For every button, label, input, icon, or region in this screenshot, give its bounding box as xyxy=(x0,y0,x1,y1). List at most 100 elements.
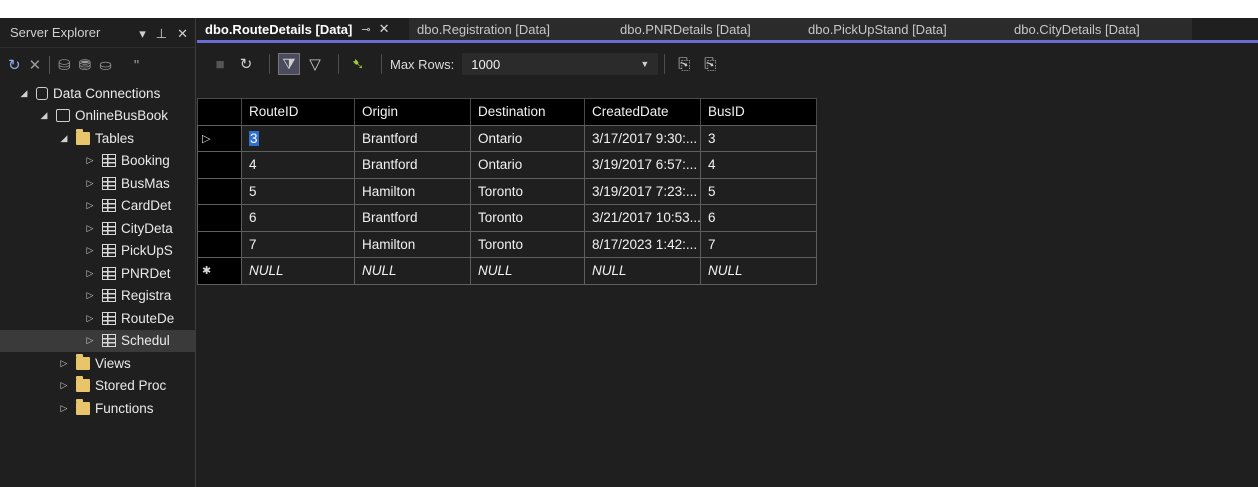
grid-cell[interactable]: 5 xyxy=(700,177,817,205)
tree-node[interactable]: ◢ Data Connections xyxy=(0,82,195,105)
connect-to-database-icon[interactable]: ⛁ xyxy=(58,56,71,74)
grid-cell[interactable]: 5 xyxy=(241,177,355,205)
collapsed-chevron-icon[interactable]: ▷ xyxy=(84,223,96,234)
pin-icon[interactable]: ⊥ xyxy=(156,26,167,42)
column-header[interactable]: Destination xyxy=(470,98,585,126)
grid-cell[interactable]: 4 xyxy=(700,151,817,179)
expanded-chevron-icon[interactable]: ◢ xyxy=(18,88,30,99)
tree-node[interactable]: ▷ Booking xyxy=(0,150,195,173)
collapsed-chevron-icon[interactable]: ▷ xyxy=(84,178,96,189)
grid-cell-null[interactable]: NULL xyxy=(584,257,701,285)
tab-pickup-stand[interactable]: dbo.PickUpStand [Data] xyxy=(800,18,996,40)
grid-cell[interactable]: 3 xyxy=(700,124,817,152)
collapsed-chevron-icon[interactable]: ▷ xyxy=(84,335,96,346)
collapsed-chevron-icon[interactable]: ▷ xyxy=(84,313,96,324)
table-row[interactable]: 5 Hamilton Toronto 3/19/2017 7:23:... 5 xyxy=(197,177,817,205)
collapsed-chevron-icon[interactable]: ▷ xyxy=(58,358,70,369)
grid-cell[interactable]: Ontario xyxy=(470,151,585,179)
refresh-icon[interactable]: ↻ xyxy=(8,56,21,74)
tab-pnr-details[interactable]: dbo.PNRDetails [Data] xyxy=(604,18,800,40)
row-selector[interactable] xyxy=(197,204,242,232)
connect-to-sharepoint-icon[interactable]: ⛀ xyxy=(99,56,112,74)
collapsed-chevron-icon[interactable]: ▷ xyxy=(84,290,96,301)
table-row[interactable]: 6 Brantford Toronto 3/21/2017 10:53... 6 xyxy=(197,204,817,232)
grid-cell[interactable]: Toronto xyxy=(470,204,585,232)
expanded-chevron-icon[interactable]: ◢ xyxy=(38,110,50,121)
grid-cell-null[interactable]: NULL xyxy=(470,257,585,285)
grid-corner[interactable] xyxy=(197,98,242,126)
script-icon[interactable]: ➷ xyxy=(347,53,369,75)
grid-cell[interactable]: 8/17/2023 1:42:... xyxy=(584,230,701,258)
filter-applied-icon[interactable]: ⧩ xyxy=(278,53,300,75)
table-row[interactable]: ▷ 3 Brantford Ontario 3/17/2017 9:30:... 3 xyxy=(197,124,817,152)
tab-city-details[interactable]: dbo.CityDetails [Data] xyxy=(996,18,1192,40)
tree-node[interactable]: ▷ Stored Proc xyxy=(0,375,195,398)
collapsed-chevron-icon[interactable]: ▷ xyxy=(84,245,96,256)
tree-node[interactable]: ▷ RouteDe xyxy=(0,307,195,330)
connect-to-server-icon[interactable]: ⛃ xyxy=(79,56,92,74)
grid-cell[interactable]: Brantford xyxy=(354,204,471,232)
column-header[interactable]: BusID xyxy=(700,98,817,126)
grid-cell[interactable]: Hamilton xyxy=(354,177,471,205)
tree-node[interactable]: ▷ Registra xyxy=(0,285,195,308)
tree-node[interactable]: ▷ BusMas xyxy=(0,172,195,195)
grid-cell[interactable]: 3/17/2017 9:30:... xyxy=(584,124,701,152)
collapsed-chevron-icon[interactable]: ▷ xyxy=(84,200,96,211)
tree-node[interactable]: ▷ CardDet xyxy=(0,195,195,218)
new-row[interactable]: ✱ NULL NULL NULL NULL NULL xyxy=(197,257,817,285)
export-icon[interactable]: ⎘ xyxy=(673,53,695,75)
grid-cell[interactable]: Ontario xyxy=(470,124,585,152)
column-header[interactable]: CreatedDate xyxy=(584,98,701,126)
collapsed-chevron-icon[interactable]: ▷ xyxy=(84,268,96,279)
grid-cell-null[interactable]: NULL xyxy=(241,257,355,285)
row-selector[interactable] xyxy=(197,151,242,179)
table-row[interactable]: 4 Brantford Ontario 3/19/2017 6:57:... 4 xyxy=(197,151,817,179)
collapsed-chevron-icon[interactable]: ▷ xyxy=(58,380,70,391)
tree-node[interactable]: ▷ Schedul xyxy=(0,329,195,352)
grid-cell[interactable]: Hamilton xyxy=(354,230,471,258)
window-position-dropdown-icon[interactable]: ▾ xyxy=(139,26,146,42)
grid-cell[interactable]: 6 xyxy=(241,204,355,232)
grid-cell[interactable]: 3/19/2017 7:23:... xyxy=(584,177,701,205)
tree-node[interactable]: ◢ Tables xyxy=(0,127,195,150)
copy-icon[interactable]: ⎘ xyxy=(699,53,721,75)
row-selector[interactable] xyxy=(197,177,242,205)
grid-cell[interactable]: Brantford xyxy=(354,151,471,179)
pin-tab-icon[interactable]: ⊸ xyxy=(361,23,370,36)
tree-node[interactable]: ◢ OnlineBusBook xyxy=(0,105,195,128)
grid-cell-null[interactable]: NULL xyxy=(354,257,471,285)
grid-cell[interactable]: 3/19/2017 6:57:... xyxy=(584,151,701,179)
max-rows-select[interactable]: 1000 ▼ xyxy=(462,53,659,75)
grid-cell[interactable]: 3/21/2017 10:53... xyxy=(584,204,701,232)
tab-registration[interactable]: dbo.Registration [Data] xyxy=(409,18,604,40)
expanded-chevron-icon[interactable]: ◢ xyxy=(58,133,70,144)
stop-query-icon[interactable]: ■ xyxy=(209,53,231,75)
filter-icon[interactable]: ▽ xyxy=(304,53,326,75)
row-selector[interactable] xyxy=(197,230,242,258)
tree-node[interactable]: ▷ PNRDet xyxy=(0,262,195,285)
grid-cell[interactable]: 3 xyxy=(241,124,355,152)
close-panel-icon[interactable]: ✕ xyxy=(177,26,188,42)
grid-cell[interactable]: 4 xyxy=(241,151,355,179)
table-row[interactable]: 7 Hamilton Toronto 8/17/2023 1:42:... 7 xyxy=(197,230,817,258)
tree-node[interactable]: ▷ PickUpS xyxy=(0,240,195,263)
tab-route-details[interactable]: dbo.RouteDetails [Data] ⊸ ✕ xyxy=(197,18,409,40)
collapsed-chevron-icon[interactable]: ▷ xyxy=(84,155,96,166)
tree-node[interactable]: ▷ Functions xyxy=(0,397,195,420)
grid-cell[interactable]: 6 xyxy=(700,204,817,232)
tree-node[interactable]: ▷ CityDeta xyxy=(0,217,195,240)
collapsed-chevron-icon[interactable]: ▷ xyxy=(58,403,70,414)
column-header[interactable]: Origin xyxy=(354,98,471,126)
row-selector[interactable]: ✱ xyxy=(197,257,242,285)
column-header[interactable]: RouteID xyxy=(241,98,355,126)
close-tab-icon[interactable]: ✕ xyxy=(379,21,390,37)
refresh-data-icon[interactable]: ↻ xyxy=(235,53,257,75)
grid-cell[interactable]: Toronto xyxy=(470,177,585,205)
row-selector[interactable]: ▷ xyxy=(197,124,242,152)
grid-cell-null[interactable]: NULL xyxy=(700,257,817,285)
grid-cell[interactable]: 7 xyxy=(241,230,355,258)
tree-node[interactable]: ▷ Views xyxy=(0,352,195,375)
grid-cell[interactable]: 7 xyxy=(700,230,817,258)
grid-cell[interactable]: Brantford xyxy=(354,124,471,152)
grid-cell[interactable]: Toronto xyxy=(470,230,585,258)
